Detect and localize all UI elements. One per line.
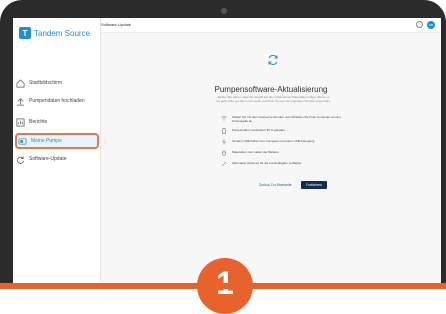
refresh-icon [15, 154, 25, 164]
checklist-item: Tandem USB-Kabel zum Computer mit einem … [221, 139, 341, 145]
wifi-icon [221, 116, 227, 121]
pump-icon [17, 136, 27, 146]
main-content: Software-Update ? AB Pumpensoftware-Aktu… [101, 18, 441, 289]
intro-text: Stellen Sie sicher, dass Sie Zugriff auf… [216, 95, 331, 103]
sidebar-item-meine-pumpe[interactable]: Meine Pumpe [15, 133, 99, 149]
checklist-item-text: Materialien zum Laden der Batterie [232, 150, 279, 154]
sidebar-item-label: Berichte [29, 119, 48, 125]
brand[interactable]: T Tandem Source [19, 27, 90, 39]
back-to-home-button[interactable]: Zurück Zur Startseite [259, 183, 292, 187]
usb-icon [222, 139, 226, 145]
sidebar-item-software-update[interactable]: Software-Update [15, 154, 97, 164]
app-window: T Tandem Source Startbildschirm Pumpenda… [13, 18, 441, 289]
sidebar-item-pumpendaten[interactable]: Pumpendaten hochladen [15, 96, 97, 106]
sidebar-item-berichte[interactable]: Berichte [15, 117, 97, 127]
topbar: Software-Update ? AB [101, 18, 441, 33]
sidebar-item-startbildschirm[interactable]: Startbildschirm [15, 78, 97, 88]
brand-name: Tandem Source [34, 28, 91, 38]
reports-icon [15, 117, 25, 127]
page-breadcrumb: Software-Update [101, 22, 132, 27]
checklist-item-text: Stellen Sie mit dem Internet verbunden u… [232, 115, 341, 123]
help-icon[interactable]: ? [416, 21, 423, 28]
sidebar-header: T Tandem Source [13, 18, 100, 48]
checklist-item-text: Alternative Optionen für die Insulinabga… [232, 161, 302, 165]
sidebar-item-label: Software-Update [29, 156, 67, 162]
avatar[interactable]: AB [427, 21, 435, 29]
sidebar-item-label: Meine Pumpe [31, 138, 62, 144]
page-title: Pumpensoftware-Aktualisierung [214, 85, 328, 94]
checklist-item-text: Pumpenakku mindestens 50 % geladen [232, 128, 285, 132]
sidebar-item-label: Startbildschirm [29, 80, 63, 86]
checklist-item: Materialien zum Laden der Batterie [221, 150, 341, 156]
sidebar-item-label: Pumpendaten hochladen [29, 98, 85, 104]
checklist-item-text: Tandem USB-Kabel zum Computer mit einem … [232, 139, 315, 143]
sidebar: T Tandem Source Startbildschirm Pumpenda… [13, 18, 101, 289]
laptop-frame: T Tandem Source Startbildschirm Pumpenda… [0, 0, 446, 314]
home-icon [15, 78, 25, 88]
checklist-item: Stellen Sie mit dem Internet verbunden u… [221, 115, 341, 123]
tandem-logo-icon: T [19, 27, 31, 39]
checklist-item: Pumpenakku mindestens 50 % geladen [221, 128, 341, 134]
upload-icon [15, 96, 25, 106]
checklist-item: Alternative Optionen für die Insulinabga… [221, 161, 341, 167]
syringe-icon [221, 161, 227, 167]
sync-icon [268, 55, 278, 65]
continue-button[interactable]: Fortfahren [301, 181, 327, 189]
bottom-accent-bar [0, 283, 446, 289]
camera-icon [221, 8, 227, 14]
battery-icon [222, 128, 226, 134]
charger-icon [221, 150, 227, 156]
